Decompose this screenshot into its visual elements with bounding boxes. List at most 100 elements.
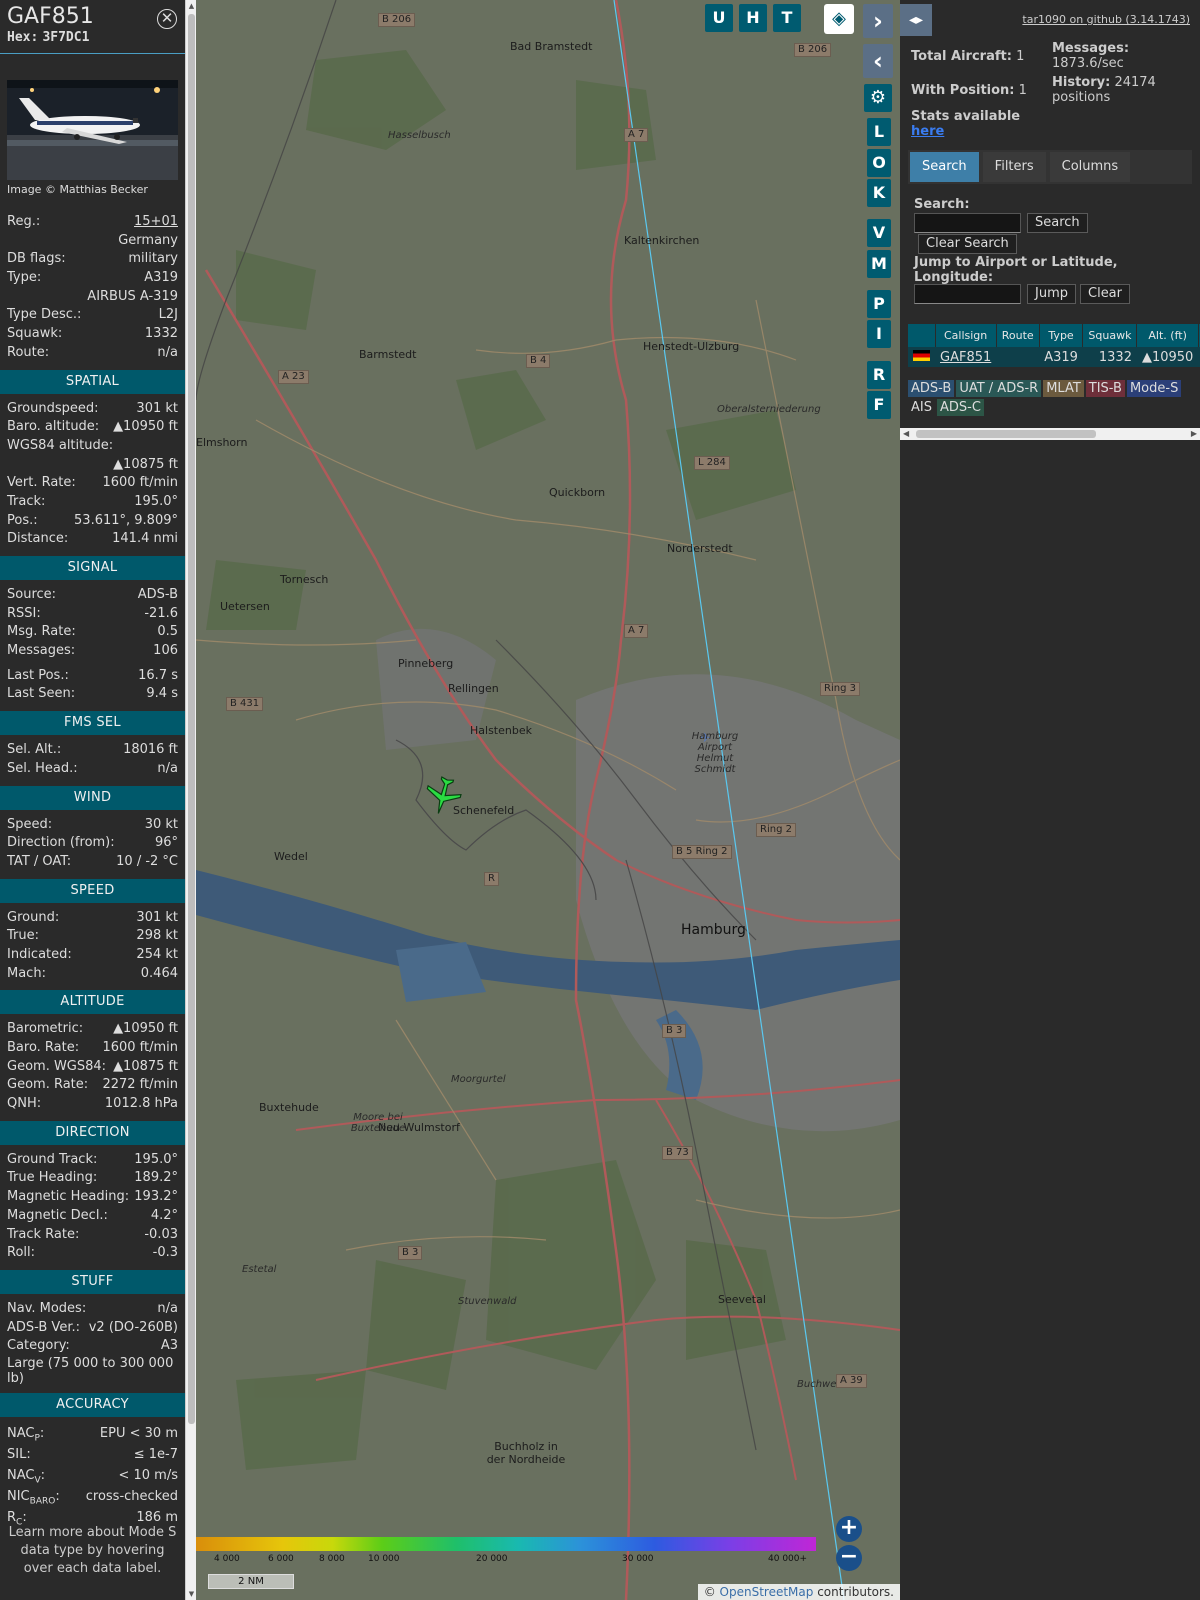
info-panel-scrollbar[interactable]: ▲ ▼ (185, 0, 196, 1600)
tab-search[interactable]: Search (910, 152, 979, 182)
zoom-in-button[interactable]: + (836, 1516, 862, 1542)
info-row: Magnetic Heading: 193.2° (0, 1188, 185, 1207)
place-label: Neu Wulmstorf (378, 1121, 460, 1134)
place-label: Wedel (274, 850, 308, 863)
column-header[interactable]: Alt. (ft) (1136, 324, 1199, 347)
road-shield: B 73 (662, 1146, 693, 1160)
info-label: Distance: (7, 531, 69, 547)
place-label: Moorgurtel (451, 1074, 506, 1085)
scroll-right-arrow-icon[interactable]: ▶ (1191, 428, 1197, 440)
info-row: Groundspeed: 301 kt (0, 400, 185, 419)
place-label: Seevetal (718, 1293, 766, 1306)
map-button-p[interactable]: P (867, 290, 891, 318)
aircraft-photo[interactable] (7, 80, 178, 180)
github-link[interactable]: tar1090 on github (3.14.1743) (1022, 13, 1190, 26)
chevron-right-icon[interactable]: › (863, 4, 893, 38)
scroll-left-arrow-icon[interactable]: ◀ (903, 428, 909, 440)
place-label: Elmshorn (196, 436, 248, 449)
place-label: Buxtehude (259, 1101, 319, 1114)
germany-flag-icon (913, 349, 930, 361)
stats-link[interactable]: here (911, 124, 944, 139)
section-accuracy: ACCURACY (0, 1392, 185, 1417)
map-canvas[interactable]: ✈ Bad Bramstedt Hasselbusch Kaltenkirchen B… (196, 0, 900, 1600)
info-row: Category: A3 (0, 1337, 185, 1356)
close-icon[interactable]: ✕ (157, 9, 177, 29)
map-button-u[interactable]: U (705, 4, 733, 32)
map-button-i[interactable]: I (867, 320, 891, 348)
info-row: Squawk: 1332 (0, 325, 185, 344)
map-button-m[interactable]: M (867, 250, 891, 278)
info-label: Messages: (7, 643, 76, 659)
info-row: Geom. Rate: 2272 ft/min (0, 1076, 185, 1095)
place-label: Buchholz in der Nordheide (486, 1440, 566, 1466)
info-value: cross-checked (85, 1488, 178, 1504)
info-value: 30 kt (144, 816, 178, 832)
info-row: Route: n/a (0, 344, 185, 363)
table-row[interactable]: GAF851 A319 1332 ▲10950 (908, 347, 1200, 367)
jump-button[interactable]: Jump (1027, 284, 1076, 304)
aircraft-marker-icon[interactable] (422, 775, 464, 817)
info-row: QNH: 1012.8 hPa (0, 1095, 185, 1114)
info-value: EPU < 30 m (99, 1425, 178, 1441)
info-label: Route: (7, 344, 50, 360)
cell-callsign[interactable]: GAF851 (935, 347, 997, 367)
altitude-legend-label: 10 000 (368, 1554, 400, 1564)
map-button-l[interactable]: L (867, 118, 891, 146)
zoom-out-button[interactable]: − (836, 1545, 862, 1571)
map-button-r[interactable]: R (867, 361, 891, 389)
map-button-k[interactable]: K (867, 179, 891, 207)
map-button-o[interactable]: O (867, 149, 891, 177)
info-value: AIRBUS A-319 (87, 288, 178, 304)
info-label-subscript: V (34, 1475, 41, 1486)
road-shield: A 23 (278, 370, 309, 384)
map-button-h[interactable]: H (739, 4, 767, 32)
info-label: SIL: (7, 1446, 31, 1462)
map-button-v[interactable]: V (867, 219, 891, 247)
info-label: Track Rate: (7, 1226, 80, 1242)
search-input[interactable] (914, 213, 1021, 233)
legend-mode-s: Mode-S (1126, 380, 1182, 397)
tab-columns[interactable]: Columns (1049, 152, 1131, 182)
openstreetmap-link[interactable]: OpenStreetMap (720, 1585, 814, 1599)
column-header[interactable]: Callsign (935, 324, 997, 347)
map-button-f[interactable]: F (867, 391, 891, 419)
map-base-layer: ✈ (196, 0, 900, 1600)
scrollbar-thumb[interactable] (188, 14, 195, 1424)
place-label: Hasselbusch (388, 130, 451, 141)
info-row: Messages: 106 (0, 642, 185, 661)
map-button-t[interactable]: T (773, 4, 801, 32)
jump-input[interactable] (914, 284, 1021, 304)
place-label: Quickborn (549, 486, 606, 499)
clear-search-button[interactable]: Clear Search (918, 234, 1017, 254)
info-label: WGS84 altitude: (7, 437, 114, 453)
registration-link[interactable]: 15+01 (134, 213, 178, 232)
info-value: ▲10875 ft (113, 1058, 178, 1074)
tab-filters[interactable]: Filters (982, 152, 1046, 182)
info-value: -0.03 (144, 1226, 178, 1242)
total-aircraft-stat: Total Aircraft: 1 (911, 49, 1024, 64)
h-scrollbar-thumb[interactable] (916, 430, 1096, 438)
column-header[interactable]: Type (1039, 324, 1084, 347)
gear-icon[interactable]: ⚙ (864, 84, 892, 112)
altitude-legend-label: 4 000 (214, 1554, 240, 1564)
search-button[interactable]: Search (1027, 213, 1088, 233)
info-label: Ground: (7, 909, 60, 925)
info-value: 1332 (144, 326, 178, 342)
road-shield: B 5 Ring 2 (672, 845, 732, 859)
messages-stat: Messages: 1873.6/sec (1052, 41, 1192, 71)
info-sections: Reg.: 15+01 Germany DB flags: military Type: A… (0, 213, 185, 1528)
column-header[interactable] (908, 324, 936, 347)
column-header[interactable]: Squawk (1082, 324, 1138, 347)
info-value: 106 (153, 643, 178, 659)
column-header[interactable]: Route (996, 324, 1040, 347)
table-horizontal-scrollbar[interactable]: ◀ ▶ (900, 428, 1200, 440)
clear-jump-button[interactable]: Clear (1080, 284, 1130, 304)
attribution-suffix: contributors. (813, 1585, 894, 1599)
info-row: RSSI: -21.6 (0, 605, 185, 624)
layers-icon[interactable]: ◈ (824, 4, 854, 34)
info-label: Vert. Rate: (7, 475, 76, 491)
info-label: Msg. Rate: (7, 624, 76, 640)
info-row: DB flags: military (0, 250, 185, 269)
info-row: ADS-B Ver.: v2 (DO-260B) (0, 1319, 185, 1338)
chevron-left-icon[interactable]: ‹ (863, 44, 893, 78)
